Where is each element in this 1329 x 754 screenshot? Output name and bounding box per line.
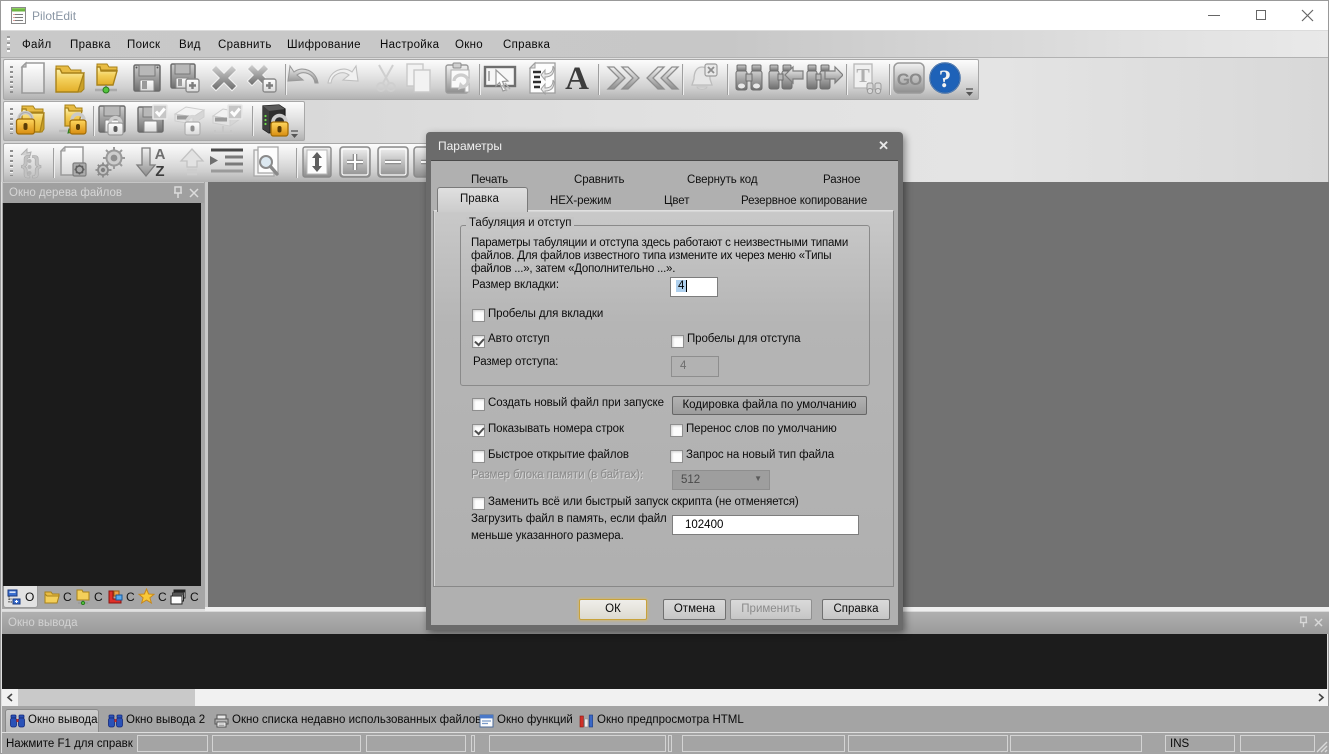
svg-text:}: } [32, 152, 41, 179]
svg-text:Z: Z [155, 163, 164, 179]
svg-text:?: ? [939, 66, 952, 93]
svg-text:A: A [565, 61, 589, 95]
svg-text:GO: GO [897, 70, 922, 89]
svg-text:A: A [155, 146, 166, 163]
